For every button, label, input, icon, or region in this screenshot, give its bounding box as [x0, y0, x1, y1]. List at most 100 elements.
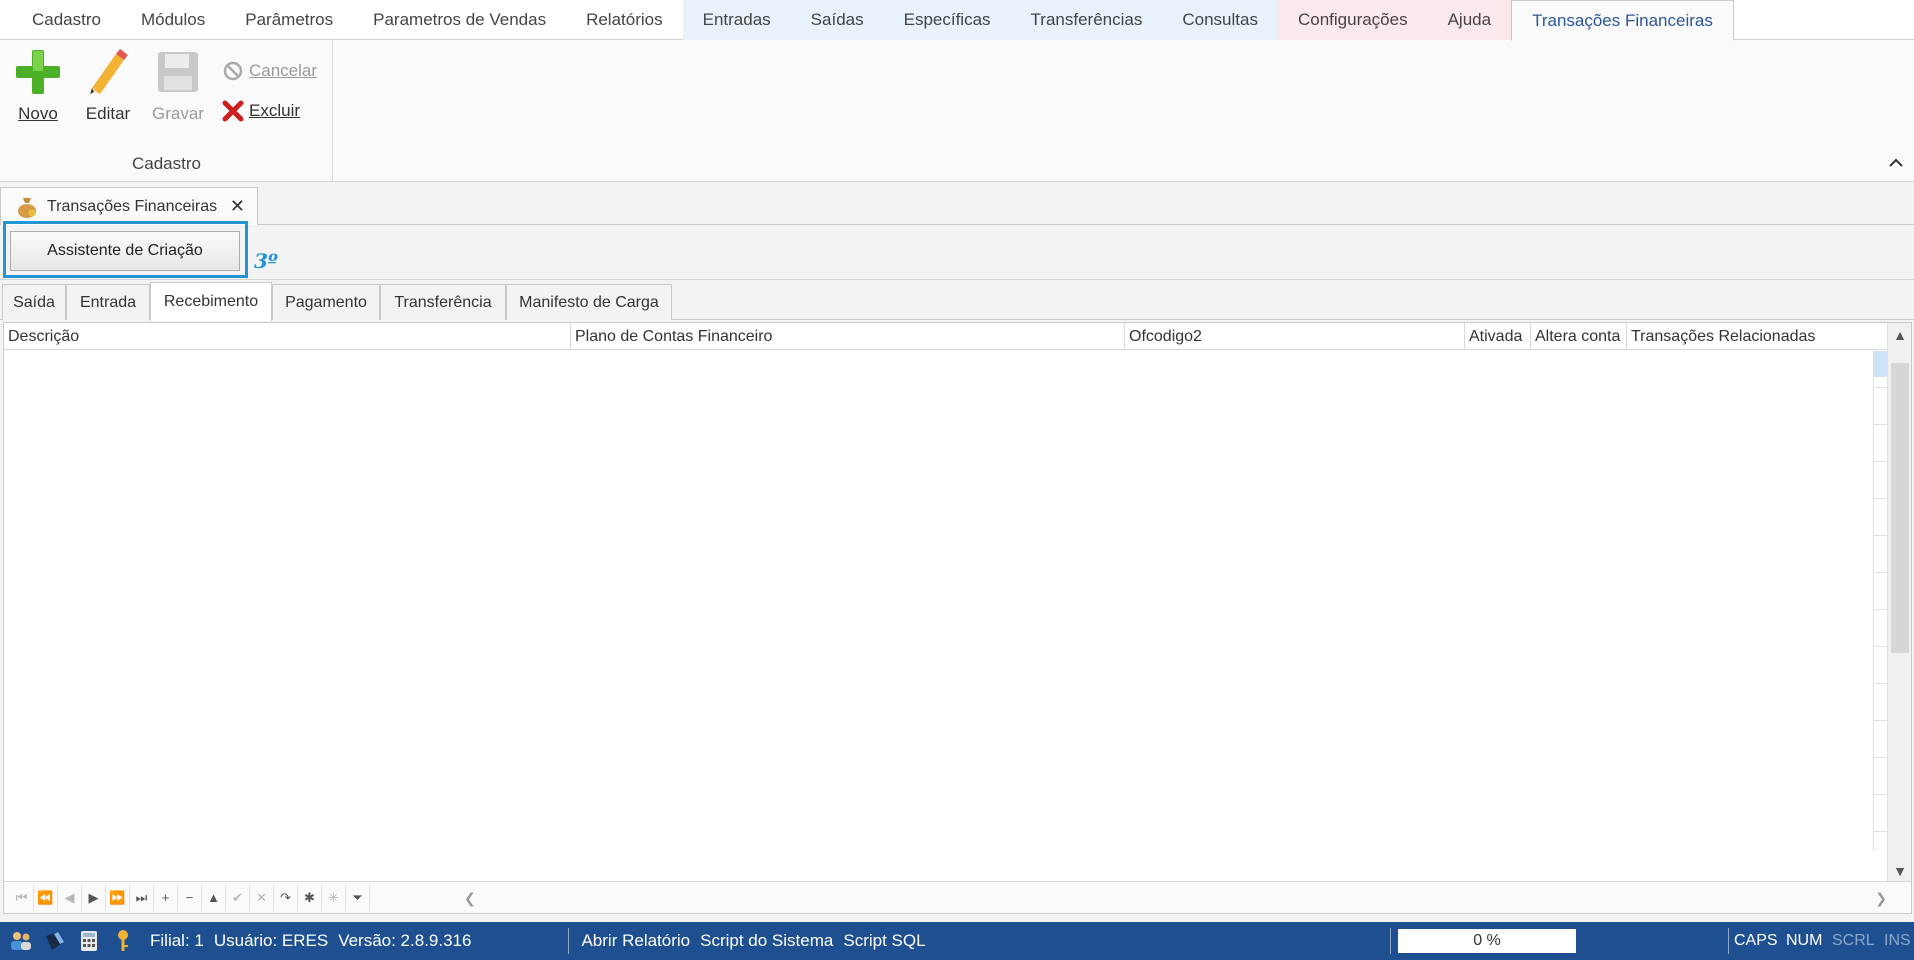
data-grid[interactable]: Descrição Plano de Contas Financeiro Ofc…: [3, 322, 1912, 914]
menu-tab-cadastro[interactable]: Cadastro: [12, 0, 121, 40]
novo-label: Novo: [18, 104, 58, 123]
cancel-circle-icon: [223, 61, 243, 81]
scrl-indicator: SCRL: [1832, 932, 1875, 949]
step-annotation: 3º: [254, 249, 278, 273]
nav-insert-icon[interactable]: +: [154, 884, 178, 911]
script-sql-link[interactable]: Script SQL: [843, 931, 925, 951]
grid-navigator: ⏮ ⏪ ◀ ▶ ⏩ ⏭ + − ▲ ✔ ✕ ↷ ✱ ✳ ⏷ ❮ ❯: [4, 881, 1911, 913]
gravar-button[interactable]: Gravar: [152, 48, 204, 124]
calculator-icon[interactable]: [72, 922, 106, 960]
selected-row-indicator: [1873, 351, 1887, 377]
column-header-descricao[interactable]: Descrição: [4, 323, 570, 350]
nav-goto-bookmark-icon[interactable]: ✳: [322, 884, 346, 911]
column-header-altera-conta[interactable]: Altera conta: [1530, 323, 1626, 350]
excluir-label: Excluir: [249, 101, 301, 120]
progress-indicator: 0 %: [1398, 929, 1576, 953]
collapse-ribbon-icon[interactable]: [1888, 155, 1904, 173]
editar-label: Editar: [85, 104, 131, 123]
nav-post-icon[interactable]: ✔: [226, 884, 250, 911]
document-tabs: Transações Financeiras ✕: [0, 183, 1914, 225]
gravar-label: Gravar: [152, 104, 204, 123]
key-icon[interactable]: [106, 922, 140, 960]
tab-recebimento[interactable]: Recebimento: [150, 282, 272, 321]
menu-tab-especificas[interactable]: Específicas: [883, 0, 1011, 40]
scroll-right-icon[interactable]: ❯: [1875, 890, 1887, 906]
tab-pagamento[interactable]: Pagamento: [272, 284, 380, 320]
editar-button[interactable]: Editar: [84, 48, 132, 124]
nav-edit-icon[interactable]: ▲: [202, 884, 226, 911]
shield-icon[interactable]: [38, 922, 72, 960]
status-divider-2: [1390, 928, 1391, 954]
horizontal-scrollbar[interactable]: ❮ ❯: [464, 890, 1887, 906]
ribbon-group-label: Cadastro: [132, 154, 201, 173]
status-bar: Filial: 1 Usuário: ERES Versão: 2.8.9.31…: [0, 922, 1914, 960]
nav-next-page-icon[interactable]: ⏩: [106, 884, 130, 911]
doc-tab-title: Transações Financeiras: [47, 197, 218, 215]
status-versao: Versão: 2.8.9.316: [338, 931, 472, 950]
scroll-up-icon[interactable]: ▲: [1888, 327, 1912, 343]
column-header-ofcodigo2[interactable]: Ofcodigo2: [1124, 323, 1464, 350]
column-header-plano-contas[interactable]: Plano de Contas Financeiro: [570, 323, 1124, 350]
menu-tab-consultas[interactable]: Consultas: [1162, 0, 1278, 40]
close-icon[interactable]: ✕: [230, 196, 245, 217]
caps-indicator: CAPS: [1734, 932, 1778, 949]
cancelar-button[interactable]: Cancelar: [222, 60, 317, 82]
tab-saida[interactable]: Saída: [2, 284, 66, 320]
pencil-icon: [90, 49, 128, 94]
menu-tab-transferencias[interactable]: Transferências: [1010, 0, 1163, 40]
excluir-button[interactable]: Excluir: [222, 100, 300, 122]
scroll-down-icon[interactable]: ▼: [1888, 863, 1912, 879]
nav-refresh-icon[interactable]: ↷: [274, 884, 298, 911]
status-divider-3: [1728, 928, 1729, 954]
menu-tab-parametros-vendas[interactable]: Parametros de Vendas: [353, 0, 566, 40]
sub-tabs: Saída Entrada Recebimento Pagamento Tran…: [0, 282, 1914, 321]
ins-indicator: INS: [1884, 932, 1911, 949]
nav-next-icon[interactable]: ▶: [82, 884, 106, 911]
abrir-relatorio-link[interactable]: Abrir Relatório: [581, 931, 690, 951]
grid-header: Descrição Plano de Contas Financeiro Ofc…: [4, 323, 1889, 350]
nav-last-icon[interactable]: ⏭: [130, 884, 154, 911]
num-indicator: NUM: [1786, 932, 1823, 949]
status-usuario: Usuário: ERES: [213, 931, 329, 950]
novo-button[interactable]: Novo: [14, 48, 62, 124]
nav-first-icon[interactable]: ⏮: [10, 884, 34, 911]
menu-tab-transacoes-financeiras[interactable]: Transações Financeiras: [1511, 0, 1734, 41]
delete-x-icon: [222, 100, 244, 122]
ribbon: Novo Editar Gravar Cancelar Excluir Cada…: [0, 40, 1914, 182]
tab-manifesto-carga[interactable]: Manifesto de Carga: [506, 284, 672, 320]
nav-cancel-icon[interactable]: ✕: [250, 884, 274, 911]
menu-tab-relatorios[interactable]: Relatórios: [566, 0, 683, 40]
assistente-criacao-button[interactable]: Assistente de Criação: [10, 231, 240, 271]
scrollbar-thumb[interactable]: [1891, 363, 1909, 653]
cancelar-label: Cancelar: [249, 61, 318, 80]
status-divider: [568, 928, 570, 954]
menu-tab-saidas[interactable]: Saídas: [790, 0, 884, 40]
tab-transferencia[interactable]: Transferência: [380, 284, 506, 320]
status-filial: Filial: 1: [150, 931, 204, 950]
assistant-toolbar: [0, 225, 1914, 280]
users-icon[interactable]: [4, 922, 38, 960]
nav-prev-page-icon[interactable]: ⏪: [34, 884, 58, 911]
scroll-left-icon[interactable]: ❮: [464, 890, 476, 906]
nav-delete-icon[interactable]: −: [178, 884, 202, 911]
tab-entrada[interactable]: Entrada: [66, 284, 150, 320]
script-sistema-link[interactable]: Script do Sistema: [700, 931, 833, 951]
menu-tab-configuracoes[interactable]: Configurações: [1277, 0, 1428, 40]
doc-tab-transacoes[interactable]: Transações Financeiras ✕: [0, 187, 258, 225]
menu-bar: Cadastro Módulos Parâmetros Parametros d…: [0, 0, 1914, 41]
menu-tab-parametros[interactable]: Parâmetros: [225, 0, 353, 40]
money-bag-icon: [18, 197, 36, 218]
column-header-ativada[interactable]: Ativada: [1464, 323, 1530, 350]
menu-tab-modulos[interactable]: Módulos: [121, 0, 225, 40]
vertical-scrollbar[interactable]: ▲ ▼: [1887, 323, 1911, 883]
nav-filter-icon[interactable]: ⏷: [346, 884, 370, 911]
ribbon-group-cadastro: Novo Editar Gravar Cancelar Excluir Cada…: [0, 40, 333, 182]
plus-icon: [16, 50, 60, 94]
floppy-disk-icon: [157, 52, 198, 92]
menu-tab-entradas[interactable]: Entradas: [682, 0, 791, 40]
nav-bookmark-icon[interactable]: ✱: [298, 884, 322, 911]
row-indicator-strip: [1873, 351, 1887, 851]
column-header-transacoes-relacionadas[interactable]: Transações Relacionadas: [1626, 323, 1889, 350]
nav-prev-icon[interactable]: ◀: [58, 884, 82, 911]
menu-tab-ajuda[interactable]: Ajuda: [1427, 0, 1512, 40]
